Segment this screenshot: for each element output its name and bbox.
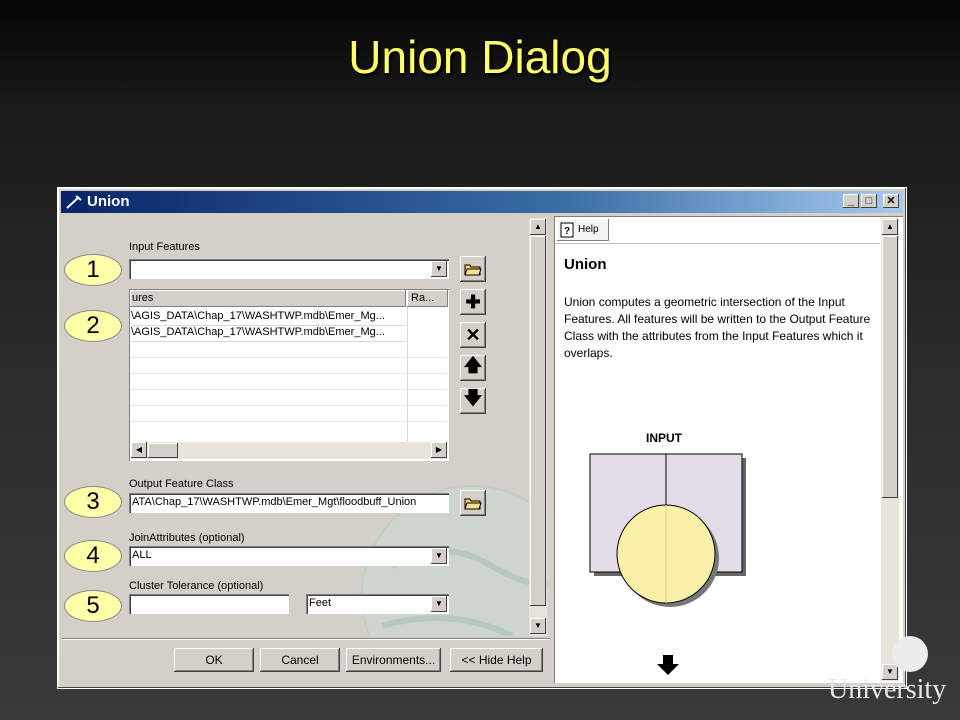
- output-feature-class-input[interactable]: ATA\Chap_17\WASHTWP.mdb\Emer_Mgt\floodbu…: [129, 493, 449, 513]
- minimize-button[interactable]: _: [843, 194, 859, 208]
- cluster-tolerance-input[interactable]: [129, 594, 289, 614]
- union-diagram-icon: [589, 453, 746, 607]
- separator: [62, 638, 550, 640]
- union-dialog-window: Union _ □ ✕ ▲ ▼ Input Features ▼ ures Ra…: [57, 187, 907, 689]
- title-bar[interactable]: Union _ □ ✕: [61, 191, 903, 213]
- scroll-down-arrow-icon[interactable]: ▼: [530, 618, 546, 634]
- callout-1: 1: [64, 254, 122, 286]
- move-up-icon[interactable]: 🡅: [460, 355, 486, 381]
- help-tab[interactable]: ? Help: [557, 219, 609, 241]
- row-gridline: [131, 357, 447, 358]
- input-features-label: Input Features: [129, 241, 200, 253]
- open-folder-icon[interactable]: [460, 256, 486, 282]
- callout-2: 2: [64, 310, 122, 342]
- help-book-icon: ?: [560, 222, 574, 238]
- ok-button[interactable]: OK: [174, 648, 254, 672]
- hscroll-thumb[interactable]: [148, 443, 178, 458]
- tolerance-unit-select[interactable]: Feet: [306, 594, 449, 614]
- row-gridline: [131, 373, 447, 374]
- help-toolbar: ? Help: [555, 217, 880, 244]
- row-gridline: [131, 389, 447, 390]
- environments-button[interactable]: Environments...: [346, 648, 441, 672]
- table-hscrollbar[interactable]: ◀ ▶: [131, 442, 447, 459]
- callout-3: 3: [64, 486, 122, 518]
- hide-help-button[interactable]: << Hide Help: [450, 648, 543, 672]
- open-folder-icon[interactable]: [460, 490, 486, 516]
- callout-5: 5: [64, 590, 122, 622]
- add-icon[interactable]: ✚: [460, 289, 486, 315]
- maximize-button[interactable]: □: [861, 194, 877, 208]
- scroll-thumb[interactable]: [530, 236, 546, 606]
- chevron-down-icon[interactable]: ▼: [431, 548, 447, 564]
- join-attributes-select[interactable]: ALL: [129, 546, 449, 566]
- table-header-rank[interactable]: Ra...: [407, 290, 448, 307]
- scroll-up-arrow-icon[interactable]: ▲: [882, 219, 898, 235]
- down-arrow-icon: [657, 655, 679, 675]
- delete-icon[interactable]: ✕: [460, 322, 486, 348]
- cancel-button[interactable]: Cancel: [260, 648, 340, 672]
- scroll-left-arrow-icon[interactable]: ◀: [131, 442, 147, 458]
- form-scrollbar[interactable]: ▲ ▼: [529, 218, 547, 636]
- callout-4: 4: [64, 540, 122, 572]
- slide-title: Union Dialog: [348, 31, 612, 83]
- row-gridline: [131, 405, 447, 406]
- input-features-combobox[interactable]: [129, 259, 449, 279]
- help-title: Union: [564, 256, 607, 273]
- help-scrollbar[interactable]: ▲ ▼: [881, 218, 899, 681]
- window-title: Union: [87, 193, 130, 210]
- chevron-down-icon[interactable]: ▼: [431, 596, 447, 612]
- cluster-tolerance-label: Cluster Tolerance (optional): [129, 580, 264, 592]
- chevron-down-icon[interactable]: ▼: [431, 261, 447, 277]
- scroll-up-arrow-icon[interactable]: ▲: [530, 219, 546, 235]
- output-feature-class-label: Output Feature Class: [129, 478, 234, 490]
- input-features-table[interactable]: ures Ra... \AGIS_DATA\Chap_17\WASHTWP.md…: [129, 289, 449, 461]
- svg-text:?: ?: [564, 226, 570, 237]
- table-header-features[interactable]: ures: [130, 290, 406, 307]
- join-attributes-label: JoinAttributes (optional): [129, 532, 245, 544]
- tool-icon: [66, 195, 82, 209]
- university-seal-icon: [892, 636, 928, 672]
- table-row[interactable]: \AGIS_DATA\Chap_17\WASHTWP.mdb\Emer_Mg..…: [131, 310, 405, 326]
- scroll-thumb[interactable]: [882, 236, 898, 498]
- table-row[interactable]: \AGIS_DATA\Chap_17\WASHTWP.mdb\Emer_Mg..…: [131, 326, 405, 342]
- help-panel: ? Help Union Union computes a geometric …: [554, 216, 903, 683]
- close-button[interactable]: ✕: [883, 194, 899, 208]
- help-body: Union computes a geometric intersection …: [564, 295, 871, 360]
- scroll-right-arrow-icon[interactable]: ▶: [431, 442, 447, 458]
- move-down-icon[interactable]: 🡇: [460, 388, 486, 414]
- row-gridline: [131, 421, 447, 422]
- university-logo: University: [828, 674, 947, 705]
- diagram-input-label: INPUT: [646, 431, 682, 445]
